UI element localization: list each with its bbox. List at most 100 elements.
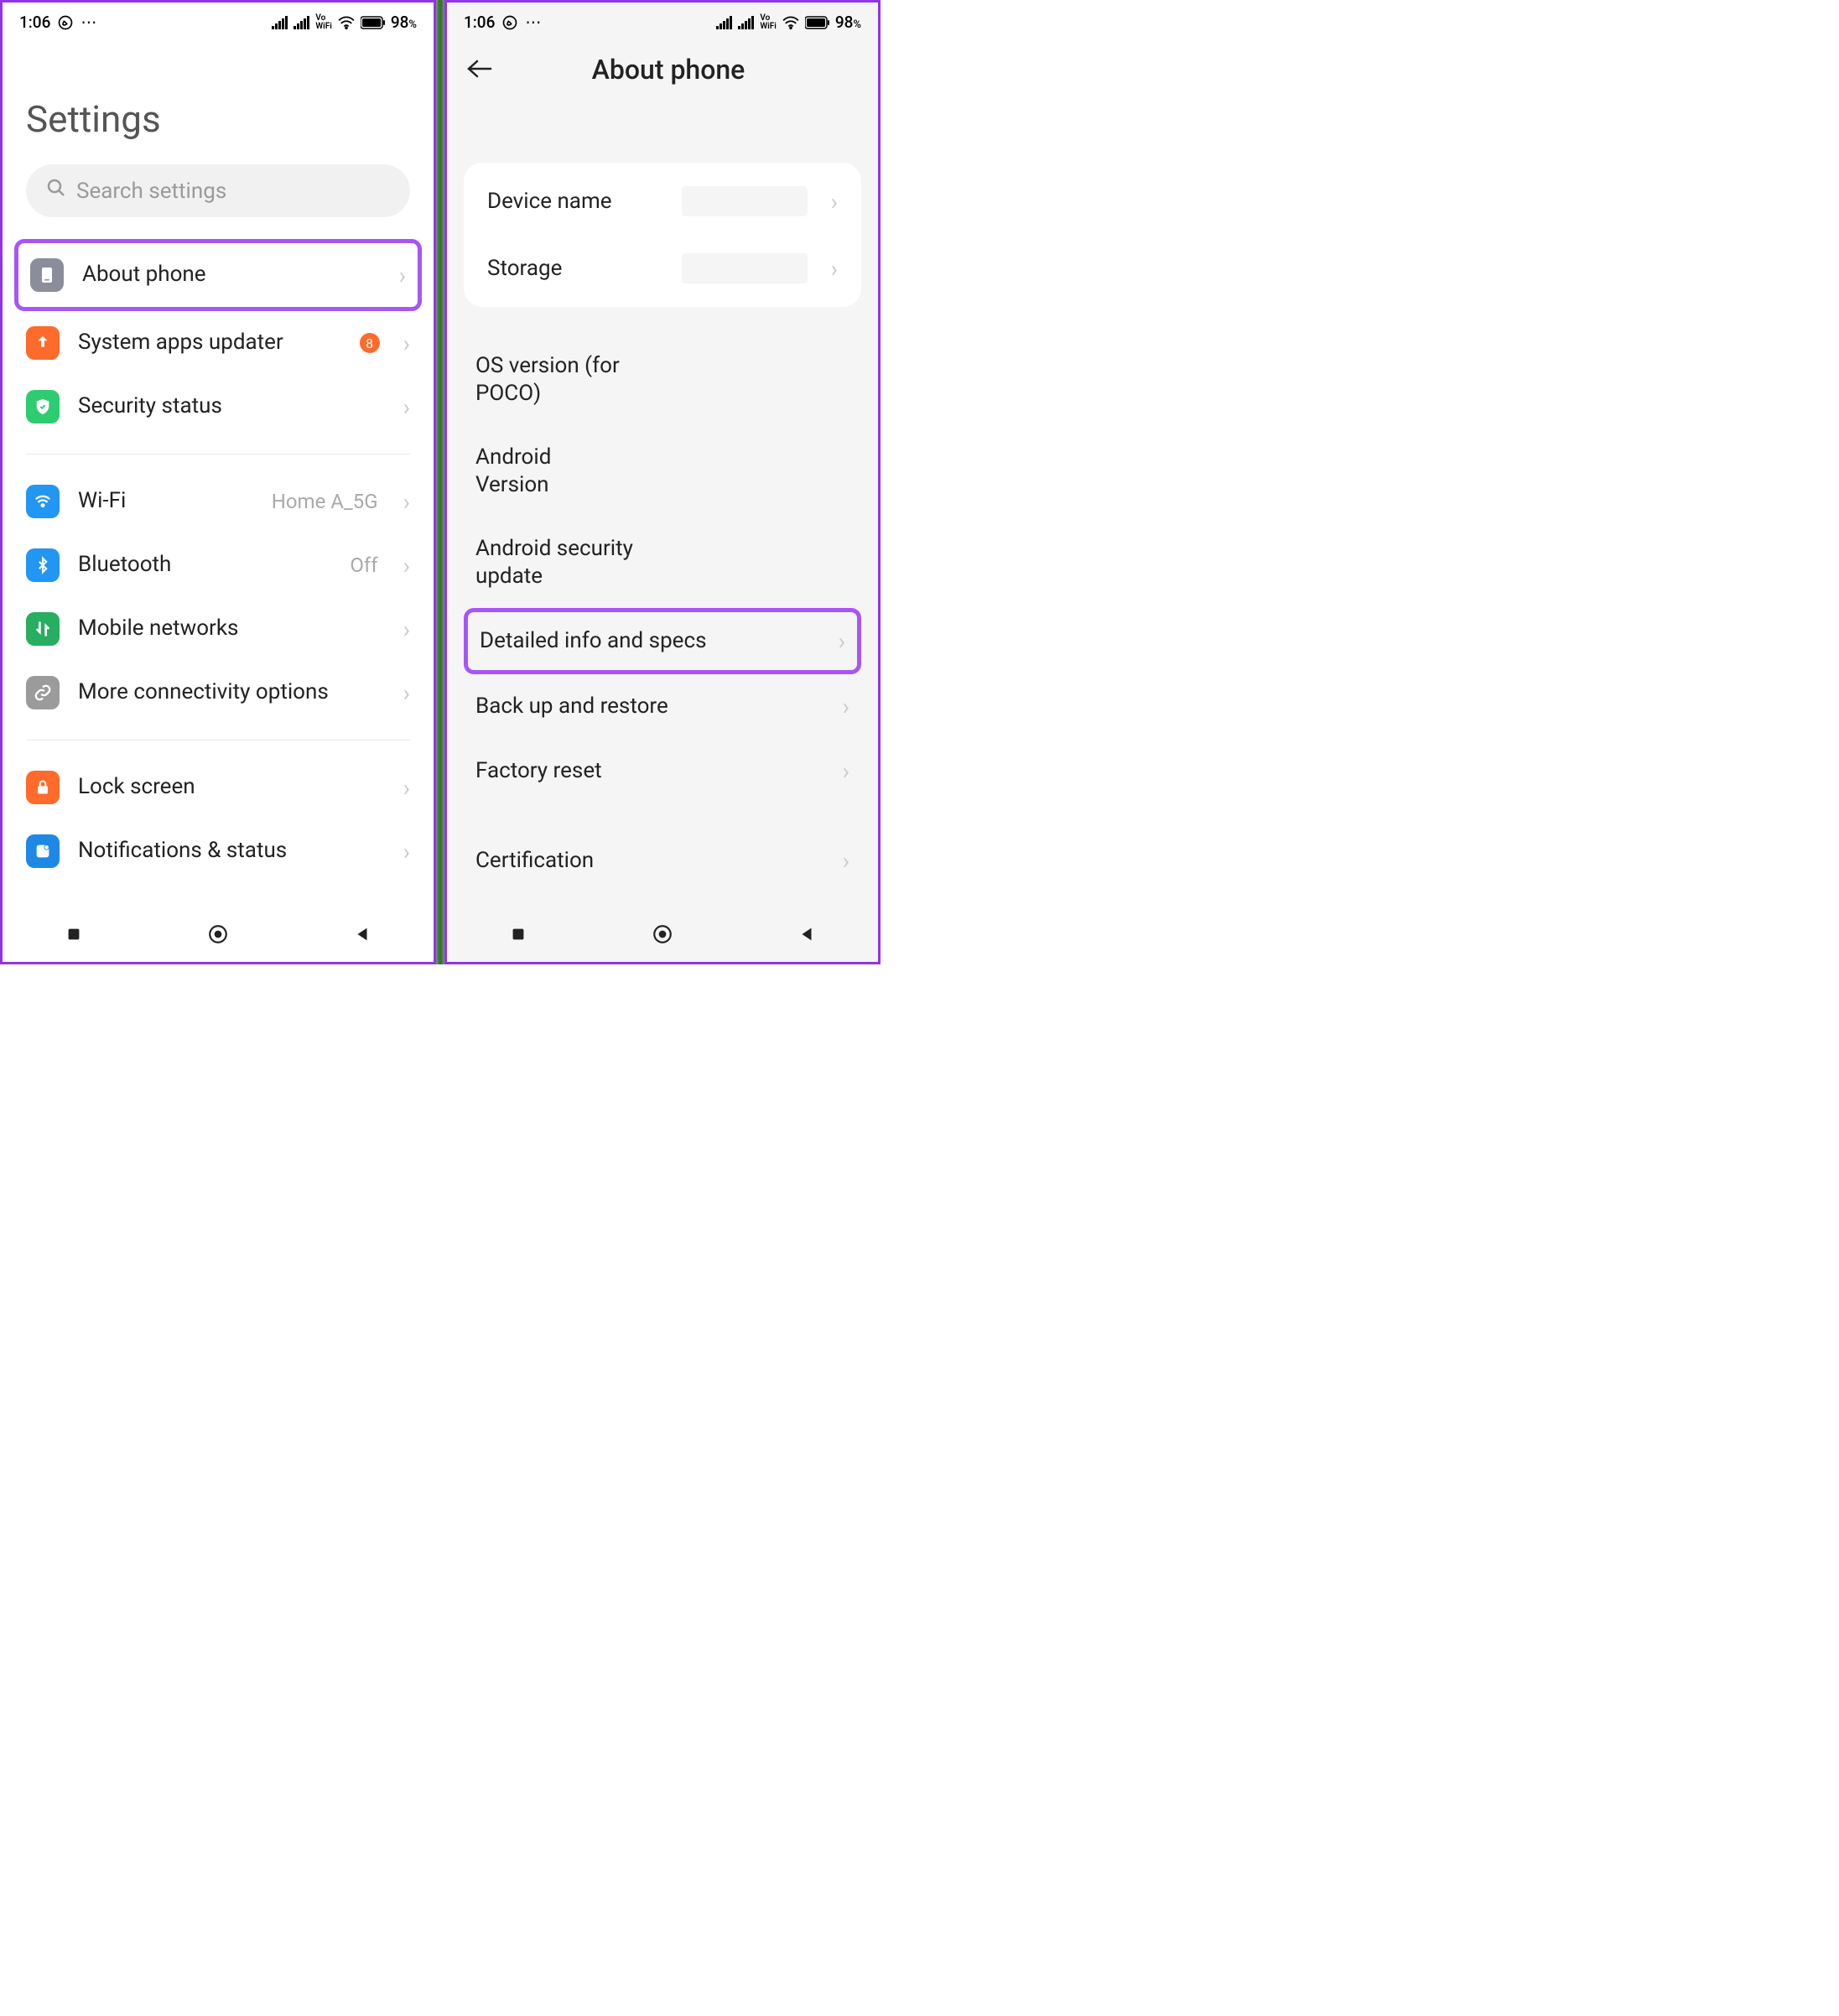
notifications-item[interactable]: Notifications & status › — [3, 819, 434, 883]
setting-label: System apps updater — [78, 330, 341, 356]
about-label: Detailed info and specs — [480, 627, 823, 655]
battery-icon — [361, 16, 386, 29]
chevron-right-icon: › — [403, 774, 410, 802]
redacted-value — [682, 253, 808, 283]
factory-reset-item[interactable]: Factory reset › — [452, 739, 873, 803]
battery-percent: 98% — [835, 13, 861, 32]
statusbar: 1:06 ⋯ VoWiFi 98% — [447, 3, 878, 39]
clock: 1:06 — [464, 13, 495, 32]
about-label: Android security update — [475, 535, 677, 590]
clock: 1:06 — [19, 13, 50, 32]
about-label: Factory reset — [475, 757, 828, 785]
search-input[interactable]: Search settings — [26, 164, 410, 217]
phone-icon — [30, 258, 64, 292]
signal-icon-2 — [294, 16, 310, 29]
shield-icon — [26, 390, 60, 423]
chevron-right-icon: › — [403, 616, 410, 643]
notification-icon — [26, 834, 60, 868]
more-connectivity-item[interactable]: More connectivity options › — [3, 661, 434, 725]
wifi-icon — [337, 16, 356, 29]
redacted-value — [692, 546, 792, 579]
device-name-item[interactable]: Device name › — [464, 168, 861, 235]
whatsapp-icon — [57, 14, 74, 31]
chevron-right-icon: › — [403, 330, 410, 357]
chevron-right-icon: › — [399, 262, 406, 289]
chevron-right-icon: › — [839, 627, 845, 655]
chevron-right-icon: › — [843, 757, 849, 785]
setting-label: About phone — [82, 262, 381, 288]
system-apps-updater-item[interactable]: System apps updater 8 › — [3, 311, 434, 375]
home-button[interactable] — [652, 923, 673, 948]
chevron-right-icon: › — [843, 693, 849, 720]
chevron-right-icon: › — [831, 188, 838, 216]
setting-label: Security status — [78, 393, 385, 419]
recent-apps-button[interactable] — [65, 925, 83, 947]
chevron-right-icon: › — [831, 255, 838, 283]
wifi-value: Home A_5G — [272, 490, 378, 513]
chevron-right-icon: › — [403, 838, 410, 865]
android-version-item[interactable]: Android Version — [452, 425, 873, 517]
os-version-item[interactable]: OS version (for POCO) — [452, 334, 873, 425]
security-status-item[interactable]: Security status › — [3, 375, 434, 439]
chevron-right-icon: › — [403, 393, 410, 421]
security-update-item[interactable]: Android security update — [452, 517, 873, 608]
about-phone-screen: 1:06 ⋯ VoWiFi 98% About — [444, 0, 881, 964]
wifi-icon — [26, 485, 60, 518]
topbar: About phone — [447, 39, 878, 104]
redacted-value — [608, 446, 776, 496]
about-label: Android Version — [475, 444, 593, 498]
mobile-data-icon — [26, 612, 60, 646]
divider — [26, 454, 410, 455]
page-title: Settings — [3, 39, 434, 164]
chevron-right-icon: › — [403, 552, 410, 579]
signal-icon — [716, 16, 733, 29]
storage-item[interactable]: Storage › — [464, 235, 861, 302]
wifi-item[interactable]: Wi-Fi Home A_5G › — [3, 470, 434, 533]
lock-screen-item[interactable]: Lock screen › — [3, 756, 434, 819]
settings-screen: 1:06 ⋯ VoWiFi 98% Settings — [0, 0, 436, 964]
setting-label: Bluetooth — [78, 552, 331, 578]
backup-restore-item[interactable]: Back up and restore › — [452, 674, 873, 739]
about-label: Certification — [475, 847, 828, 875]
whatsapp-icon — [501, 14, 518, 31]
link-icon — [26, 676, 60, 709]
device-card: Device name › Storage › — [464, 163, 861, 307]
wifi-icon — [782, 16, 800, 29]
bluetooth-item[interactable]: Bluetooth Off › — [3, 533, 434, 597]
bluetooth-icon — [26, 548, 60, 582]
redacted-value — [673, 355, 841, 405]
lock-icon — [26, 771, 60, 804]
setting-label: Lock screen — [78, 774, 385, 800]
navbar — [3, 908, 434, 962]
more-icon: ⋯ — [81, 13, 96, 32]
about-label: OS version (for POCO) — [475, 352, 658, 407]
chevron-right-icon: › — [403, 679, 410, 707]
setting-label: Notifications & status — [78, 838, 385, 864]
vowifi-icon: VoWiFi — [760, 14, 776, 31]
battery-icon — [805, 16, 830, 29]
search-placeholder: Search settings — [76, 179, 226, 204]
home-button[interactable] — [207, 923, 229, 948]
certification-item[interactable]: Certification › — [452, 829, 873, 893]
redacted-value — [682, 186, 808, 216]
setting-label: Wi-Fi — [78, 488, 253, 514]
signal-icon-2 — [738, 16, 755, 29]
vowifi-icon: VoWiFi — [315, 14, 331, 31]
back-button[interactable] — [353, 925, 371, 947]
navbar — [447, 908, 878, 962]
back-button[interactable] — [797, 925, 816, 947]
about-label: Storage — [487, 255, 667, 283]
back-arrow-icon[interactable] — [467, 54, 492, 86]
statusbar: 1:06 ⋯ VoWiFi 98% — [3, 3, 434, 39]
more-icon: ⋯ — [525, 13, 541, 32]
chevron-right-icon: › — [403, 488, 410, 516]
bluetooth-value: Off — [350, 553, 377, 577]
mobile-networks-item[interactable]: Mobile networks › — [3, 597, 434, 661]
setting-label: More connectivity options — [78, 679, 385, 705]
update-badge: 8 — [360, 333, 380, 353]
signal-icon — [272, 16, 288, 29]
recent-apps-button[interactable] — [509, 925, 527, 947]
setting-label: Mobile networks — [78, 616, 385, 642]
detailed-info-item[interactable]: Detailed info and specs › — [464, 608, 861, 674]
about-phone-item[interactable]: About phone › — [14, 239, 422, 311]
